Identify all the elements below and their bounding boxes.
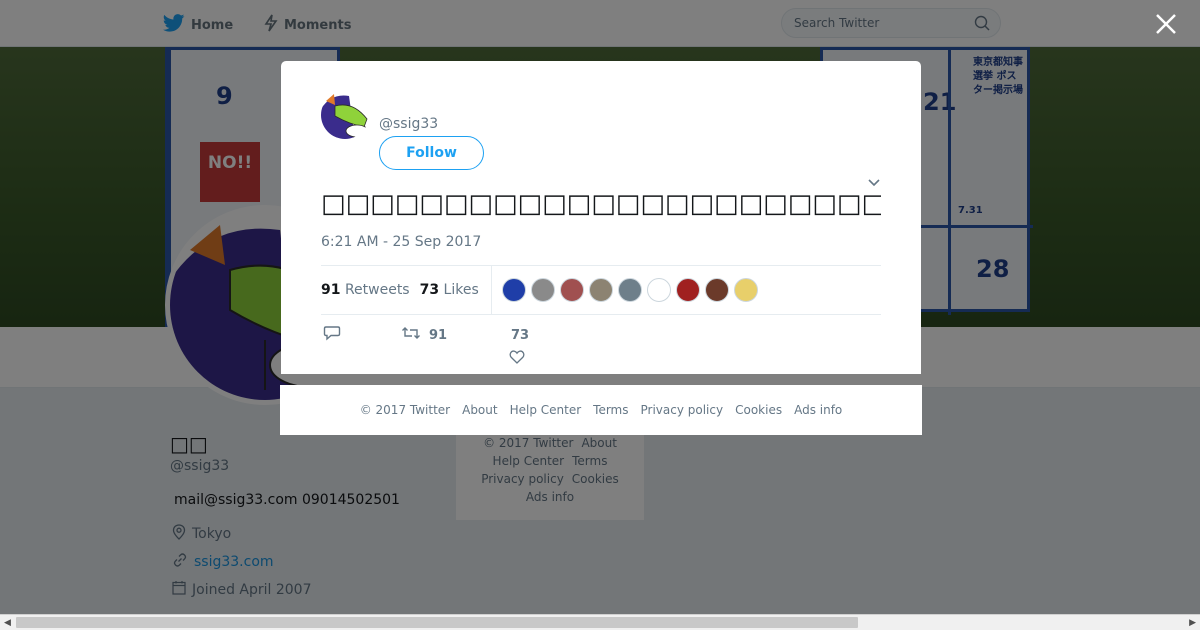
- liker-avatars: [501, 278, 758, 302]
- modal-footer-link-terms[interactable]: Terms: [593, 403, 628, 417]
- liker-avatar[interactable]: [646, 278, 671, 302]
- retweet-count: 91: [429, 327, 448, 343]
- likes-stat[interactable]: 73 Likes: [420, 282, 479, 298]
- likes-count: 73: [419, 282, 440, 298]
- scrollbar-thumb[interactable]: [16, 617, 858, 628]
- liker-avatar[interactable]: [617, 278, 642, 302]
- tweet-text: □□□□□□□□□□□□□□□□□□□□□□□□□□□□□□□□□□□□□□□□…: [321, 189, 881, 219]
- retweets-stat[interactable]: 91 Retweets: [321, 282, 410, 298]
- heart-icon[interactable]: [509, 349, 525, 369]
- tweet-stats: 91 Retweets 73 Likes: [321, 265, 881, 315]
- modal-footer-link-help-center[interactable]: Help Center: [510, 403, 582, 417]
- retweet-button[interactable]: 91: [401, 325, 447, 345]
- liker-avatar[interactable]: [733, 278, 758, 302]
- liker-avatar[interactable]: [704, 278, 729, 302]
- retweets-count: 91: [321, 282, 341, 298]
- follow-button[interactable]: Follow: [379, 136, 484, 170]
- modal-footer-link-privacy[interactable]: Privacy policy: [641, 403, 724, 417]
- liker-avatar[interactable]: [501, 278, 526, 302]
- stats-divider: [490, 266, 492, 314]
- liker-avatar[interactable]: [530, 278, 555, 302]
- scroll-right-arrow-icon[interactable]: ▶: [1189, 618, 1196, 628]
- retweet-icon: [401, 325, 421, 345]
- modal-footer-link-about[interactable]: About: [462, 403, 497, 417]
- likes-label: Likes: [443, 282, 479, 298]
- reply-button[interactable]: [323, 325, 341, 345]
- modal-footer-link-cookies[interactable]: Cookies: [735, 403, 782, 417]
- modal-footer: © 2017 Twitter About Help Center Terms P…: [280, 385, 922, 435]
- tweet-timestamp[interactable]: 6:21 AM - 25 Sep 2017: [321, 234, 481, 250]
- liker-avatar[interactable]: [559, 278, 584, 302]
- modal-footer-copyright: © 2017 Twitter: [359, 403, 451, 417]
- tweet-modal: @ssig33 Follow □□□□□□□□□□□□□□□□□□□□□□□□□…: [281, 61, 921, 374]
- tweet-actions: 91 73: [321, 323, 881, 367]
- scroll-left-arrow-icon[interactable]: ◀: [4, 618, 11, 628]
- modal-footer-link-ads-info[interactable]: Ads info: [794, 403, 842, 417]
- liker-avatar[interactable]: [675, 278, 700, 302]
- like-count: 73: [511, 328, 530, 343]
- tweet-author-avatar[interactable]: [321, 91, 369, 139]
- reply-icon: [323, 325, 341, 345]
- close-icon[interactable]: [1154, 12, 1178, 36]
- tweet-author-handle[interactable]: @ssig33: [379, 116, 438, 132]
- horizontal-scrollbar[interactable]: ◀ ▶: [0, 614, 1200, 630]
- retweets-label: Retweets: [344, 282, 410, 298]
- liker-avatar[interactable]: [588, 278, 613, 302]
